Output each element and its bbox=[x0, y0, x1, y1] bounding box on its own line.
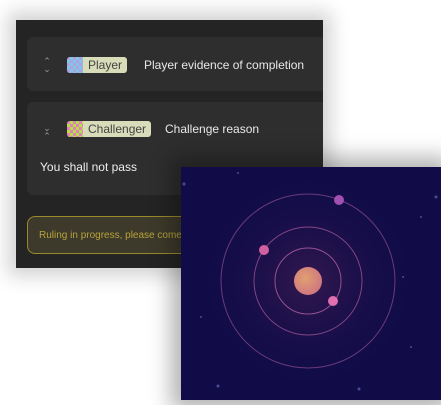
player-avatar bbox=[67, 57, 83, 73]
inner-planet bbox=[328, 296, 338, 306]
challenger-badge: Challenger bbox=[67, 121, 152, 137]
player-evidence-card: ⌃ ⌄ Player Player evidence of completion bbox=[27, 37, 323, 91]
sun bbox=[294, 267, 322, 295]
middle-planet bbox=[259, 245, 269, 255]
challenge-reason-text: You shall not pass bbox=[40, 160, 137, 174]
collapse-toggle-icon[interactable]: ⌄ ⌃ bbox=[42, 124, 52, 141]
outer-planet bbox=[334, 195, 344, 205]
card-title: Challenge reason bbox=[165, 122, 260, 136]
player-badge: Player bbox=[67, 57, 128, 73]
solar-system-svg bbox=[182, 171, 438, 391]
solar-system-illustration bbox=[181, 167, 441, 400]
challenger-avatar bbox=[67, 121, 83, 137]
player-badge-label: Player bbox=[88, 58, 123, 72]
expand-toggle-icon[interactable]: ⌃ ⌄ bbox=[42, 57, 52, 74]
challenger-badge-label: Challenger bbox=[88, 122, 147, 136]
card-title: Player evidence of completion bbox=[144, 58, 305, 72]
